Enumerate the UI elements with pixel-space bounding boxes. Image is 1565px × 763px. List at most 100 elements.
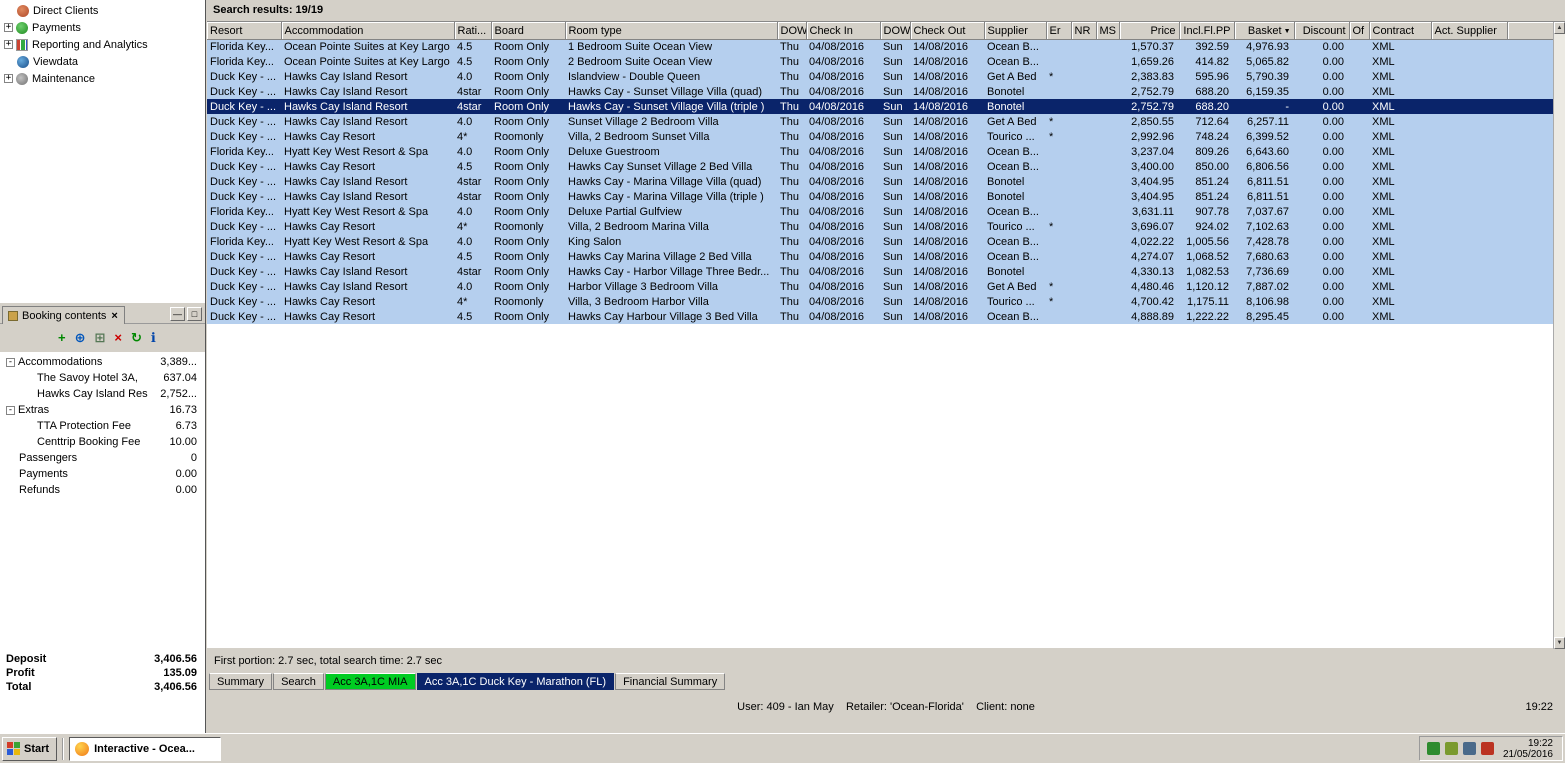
cell-accommodation: Ocean Pointe Suites at Key Largo	[284, 40, 450, 53]
table-row[interactable]: Florida Key... Ocean Pointe Suites at Key…	[207, 39, 1553, 54]
booking-item-tta-protection-fee[interactable]: TTA Protection Fee 6.73	[0, 418, 205, 434]
refresh-icon[interactable]: ↻	[131, 331, 142, 345]
cell-price: 2,992.96	[1131, 130, 1174, 143]
cell-basket: -	[1285, 100, 1289, 113]
table-row[interactable]: Duck Key - ... Hawks Cay Island Resort 4st…	[207, 264, 1553, 279]
table-row[interactable]: Duck Key - ... Hawks Cay Island Resort 4.0…	[207, 69, 1553, 84]
cell-basket: 6,257.11	[1246, 115, 1289, 128]
nav-item-viewdata[interactable]: Viewdata	[0, 53, 205, 70]
column-header-basket[interactable]: Basket ▼	[1234, 22, 1295, 40]
table-row[interactable]: Florida Key... Ocean Pointe Suites at Key…	[207, 54, 1553, 69]
globe-icon[interactable]: ⊕	[75, 331, 86, 345]
table-row[interactable]: Duck Key - ... Hawks Cay Resort 4* Roomonly…	[207, 294, 1553, 309]
column-header-rati[interactable]: Rati...	[454, 22, 492, 40]
table-row[interactable]: Duck Key - ... Hawks Cay Resort 4* Roomonly…	[207, 129, 1553, 144]
start-button[interactable]: Start	[2, 736, 58, 761]
table-row[interactable]: Duck Key - ... Hawks Cay Resort 4.5 Room On…	[207, 249, 1553, 264]
minimize-button[interactable]: —	[170, 307, 185, 321]
table-row[interactable]: Duck Key - ... Hawks Cay Resort 4.5 Room On…	[207, 159, 1553, 174]
tab-summary[interactable]: Summary	[209, 673, 273, 690]
tray-display-icon[interactable]	[1462, 742, 1476, 755]
cell-incl-fl-pp: 1,005.56	[1186, 235, 1229, 248]
table-row[interactable]: Duck Key - ... Hawks Cay Island Resort 4st…	[207, 174, 1553, 189]
collapse-minus-icon[interactable]: -	[6, 357, 15, 367]
delete-icon[interactable]: ×	[114, 331, 122, 345]
nav-item-payments[interactable]: + Payments	[0, 19, 205, 36]
table-row[interactable]: Duck Key - ... Hawks Cay Island Resort 4.0…	[207, 279, 1553, 294]
booking-item-accommodations[interactable]: - Accommodations 3,389...	[0, 354, 205, 370]
tray-alert-icon[interactable]	[1480, 742, 1494, 755]
column-header-resort[interactable]: Resort	[207, 22, 282, 40]
column-header-contract[interactable]: Contract	[1369, 22, 1432, 40]
booking-item-extras[interactable]: - Extras 16.73	[0, 402, 205, 418]
booking-item-centtrip-booking-fee[interactable]: Centtrip Booking Fee 10.00	[0, 434, 205, 450]
column-header-room-type[interactable]: Room type	[565, 22, 778, 40]
column-header-accommodation[interactable]: Accommodation	[281, 22, 455, 40]
column-header-dow[interactable]: DOW	[777, 22, 807, 40]
cell-board: Room Only	[494, 250, 550, 263]
cell-discount: 0.00	[1322, 310, 1344, 323]
tab-acc-3a-1c-duck-key-marathon-fl[interactable]: Acc 3A,1C Duck Key - Marathon (FL)	[416, 673, 615, 690]
table-row[interactable]: Duck Key - ... Hawks Cay Island Resort 4.0…	[207, 114, 1553, 129]
tab-acc-3a-1c-mia[interactable]: Acc 3A,1C MIA	[324, 673, 416, 690]
table-row[interactable]: Duck Key - ... Hawks Cay Resort 4.5 Room On…	[207, 309, 1553, 324]
table-row[interactable]: Duck Key - ... Hawks Cay Island Resort 4st…	[207, 84, 1553, 99]
booking-toolbar: + ⊕ ⊞ × ↻ ℹ	[0, 324, 205, 352]
booking-item-hawks-cay-island-res[interactable]: Hawks Cay Island Res 2,752...	[0, 386, 205, 402]
table-row[interactable]: Duck Key - ... Hawks Cay Island Resort 4st…	[207, 99, 1553, 114]
column-header-er[interactable]: Er	[1046, 22, 1072, 40]
column-header-dow[interactable]: DOW	[880, 22, 911, 40]
tab-financial-summary[interactable]: Financial Summary	[615, 673, 726, 690]
booking-contents-tab[interactable]: Booking contents ×	[2, 306, 125, 324]
collapse-minus-icon[interactable]: -	[6, 405, 15, 415]
booking-item-the-savoy-hotel-3a[interactable]: The Savoy Hotel 3A, 637.04	[0, 370, 205, 386]
nav-item-label: Viewdata	[33, 55, 79, 68]
export-icon[interactable]: ⊞	[95, 331, 106, 345]
restore-button[interactable]: □	[187, 307, 202, 321]
cell-filler	[1507, 144, 1553, 159]
info-icon[interactable]: ℹ	[151, 331, 156, 345]
scroll-up-icon[interactable]: ▲	[1554, 22, 1565, 34]
column-header-board[interactable]: Board	[491, 22, 566, 40]
booking-item-passengers[interactable]: Passengers 0	[0, 450, 205, 466]
add-icon[interactable]: +	[58, 331, 66, 345]
cell-accommodation: Hawks Cay Island Resort	[284, 175, 408, 188]
cell-act-supplier	[1431, 84, 1507, 99]
vertical-scrollbar[interactable]: ▲ ▼	[1553, 22, 1565, 649]
column-header-supplier[interactable]: Supplier	[984, 22, 1047, 40]
column-header-check-out[interactable]: Check Out	[910, 22, 985, 40]
expand-plus-icon[interactable]: +	[4, 40, 13, 49]
tab-search[interactable]: Search	[273, 673, 324, 690]
nav-item-maintenance[interactable]: + Maintenance	[0, 70, 205, 87]
booking-item-value: 2,752...	[160, 388, 197, 400]
nav-item-reporting-and-analytics[interactable]: + Reporting and Analytics	[0, 36, 205, 53]
column-header-price[interactable]: Price	[1119, 22, 1180, 40]
nav-item-direct-clients[interactable]: Direct Clients	[0, 2, 205, 19]
column-header-check-in[interactable]: Check In	[806, 22, 881, 40]
table-row[interactable]: Duck Key - ... Hawks Cay Resort 4* Roomonly…	[207, 219, 1553, 234]
taskbar-task-button[interactable]: Interactive - Ocea...	[69, 736, 222, 761]
tray-network-icon[interactable]	[1426, 742, 1440, 755]
table-row[interactable]: Duck Key - ... Hawks Cay Island Resort 4st…	[207, 189, 1553, 204]
booking-item-value: 0.00	[175, 484, 197, 496]
table-row[interactable]: Florida Key... Hyatt Key West Resort & Sp…	[207, 144, 1553, 159]
table-row[interactable]: Florida Key... Hyatt Key West Resort & Sp…	[207, 204, 1553, 219]
booking-item-value: 0	[190, 452, 197, 464]
column-header-ms[interactable]: MS	[1096, 22, 1120, 40]
cell-of	[1349, 294, 1369, 309]
booking-item-refunds[interactable]: Refunds 0.00	[0, 482, 205, 498]
column-header-act-supplier[interactable]: Act. Supplier	[1431, 22, 1508, 40]
column-header-incl-fl-pp[interactable]: Incl.Fl.PP	[1179, 22, 1235, 40]
close-icon[interactable]: ×	[110, 310, 118, 321]
column-header-nr[interactable]: NR	[1071, 22, 1097, 40]
cell-filler	[1507, 249, 1553, 264]
expand-plus-icon[interactable]: +	[4, 74, 13, 83]
expand-plus-icon[interactable]: +	[4, 23, 13, 32]
tray-message-icon[interactable]	[1444, 742, 1458, 755]
cell-dow: Sun	[883, 310, 903, 323]
column-header-discount[interactable]: Discount	[1294, 22, 1350, 40]
table-row[interactable]: Florida Key... Hyatt Key West Resort & Sp…	[207, 234, 1553, 249]
booking-item-payments[interactable]: Payments 0.00	[0, 466, 205, 482]
cell-rati: 4star	[457, 85, 482, 98]
column-header-of[interactable]: Of	[1349, 22, 1370, 40]
